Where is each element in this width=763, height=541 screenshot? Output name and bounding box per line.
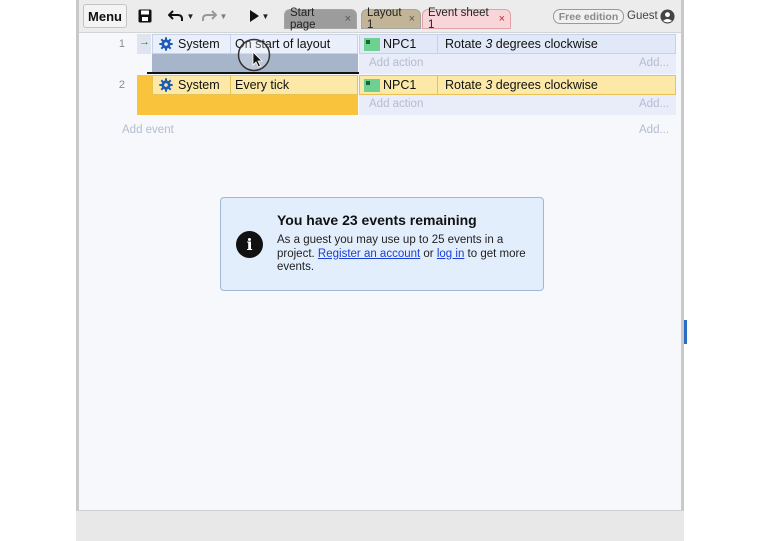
divider (230, 75, 231, 95)
info-icon: i (236, 231, 263, 258)
action-text[interactable]: Rotate 3 degrees clockwise (445, 75, 598, 95)
action-object[interactable]: NPC1 (364, 75, 416, 95)
condition-object[interactable]: System (159, 34, 220, 54)
arrow-right-icon: → (139, 36, 150, 48)
add-link[interactable]: Add... (639, 98, 669, 110)
tab-event-sheet-1[interactable]: Event sheet 1 × (422, 7, 511, 31)
close-icon[interactable]: × (409, 13, 415, 25)
add-link[interactable]: Add... (639, 124, 669, 136)
window-edge-indicator (684, 320, 687, 344)
gear-icon (159, 37, 173, 51)
redo-dropdown-icon[interactable]: ▼ (220, 12, 228, 21)
tab-label: Layout 1 (367, 7, 402, 31)
undo-button[interactable]: ▼ (166, 4, 196, 28)
close-icon[interactable]: × (499, 13, 505, 25)
sprite-icon (364, 78, 380, 92)
action-object[interactable]: NPC1 (364, 34, 416, 54)
add-event-link[interactable]: Add event (122, 124, 174, 136)
undo-icon (167, 10, 183, 21)
user-label[interactable]: Guest (627, 10, 658, 22)
add-action-link[interactable]: Add action (369, 98, 423, 110)
action-object-name: NPC1 (383, 78, 417, 92)
redo-icon (201, 10, 217, 21)
condition-object[interactable]: System (159, 75, 220, 95)
tab-layout-1[interactable]: Layout 1 × (361, 7, 421, 31)
redo-button[interactable]: ▼ (199, 4, 229, 28)
gear-icon (159, 78, 173, 92)
toolbar: Menu ▼ ▼ ▼ Start page × Layout 1 × Event… (79, 0, 681, 33)
action-object-name: NPC1 (383, 37, 417, 51)
save-button[interactable] (135, 4, 155, 28)
undo-dropdown-icon[interactable]: ▼ (187, 12, 195, 21)
add-action-link[interactable]: Add action (369, 57, 423, 69)
save-icon (138, 9, 152, 23)
screen: Menu ▼ ▼ ▼ Start page × Layout 1 × Event… (0, 0, 763, 541)
condition-object-name: System (178, 78, 220, 92)
events-remaining-notice: i You have 23 events remaining As a gues… (220, 197, 544, 291)
preview-button[interactable]: ▼ (244, 4, 274, 28)
drag-insert-line (147, 72, 361, 74)
menu-button[interactable]: Menu (83, 4, 127, 28)
tab-label: Event sheet 1 (428, 7, 489, 31)
notice-body: As a guest you may use up to 25 events i… (277, 234, 526, 273)
play-icon (249, 10, 259, 22)
event-number: 1 (118, 38, 125, 50)
register-link[interactable]: Register an account (318, 248, 420, 260)
tab-label: Start page (290, 7, 316, 31)
add-link[interactable]: Add... (639, 57, 669, 69)
condition-text[interactable]: Every tick (235, 75, 289, 95)
action-text[interactable]: Rotate 3 degrees clockwise (445, 34, 598, 54)
tab-start-page[interactable]: Start page × (284, 7, 357, 31)
event-margin: → (137, 34, 151, 54)
preview-dropdown-icon[interactable]: ▼ (262, 12, 270, 21)
sprite-icon (364, 37, 380, 51)
notice-title: You have 23 events remaining (277, 212, 477, 228)
divider (437, 75, 438, 95)
close-icon[interactable]: × (345, 13, 351, 25)
divider (230, 34, 231, 54)
event-sheet-editor: Menu ▼ ▼ ▼ Start page × Layout 1 × Event… (76, 0, 684, 510)
condition-object-name: System (178, 37, 220, 51)
status-bar (76, 510, 684, 541)
event-number: 2 (118, 79, 125, 91)
cursor-icon (237, 38, 271, 72)
user-icon[interactable] (660, 9, 675, 24)
divider (437, 34, 438, 54)
free-edition-badge[interactable]: Free edition (553, 9, 624, 24)
login-link[interactable]: log in (437, 248, 465, 260)
